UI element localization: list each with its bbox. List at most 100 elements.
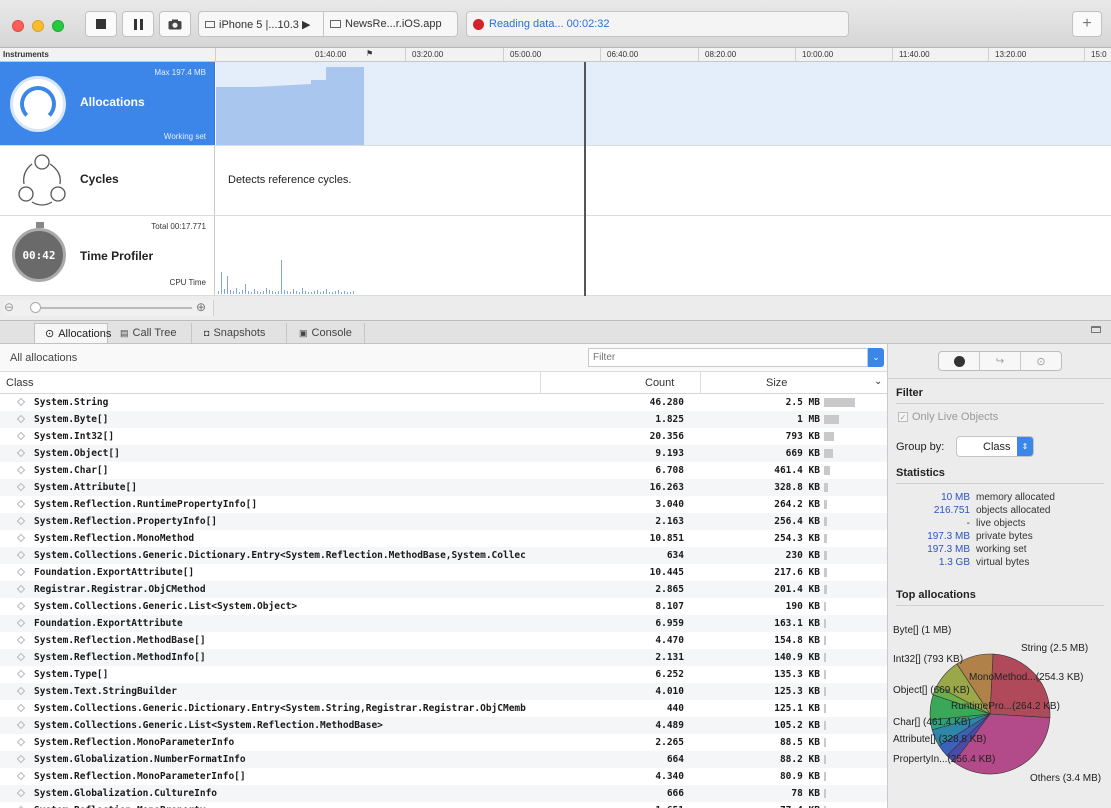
count-cell: 2.265 (655, 737, 684, 748)
disclosure-icon[interactable] (16, 669, 26, 679)
disclosure-icon[interactable] (16, 703, 26, 713)
tab-console[interactable]: ▣ Console (289, 323, 365, 343)
only-live-label: Only Live Objects (912, 411, 999, 423)
stop-button[interactable] (85, 11, 117, 37)
tab-allocations[interactable]: ⊙ Allocations (34, 323, 111, 343)
disclosure-icon[interactable] (16, 737, 26, 747)
table-row[interactable]: System.Reflection.MonoParameterInfo 2.265… (0, 734, 887, 751)
table-row[interactable]: Foundation.ExportAttribute[] 10.445 217.6 … (0, 564, 887, 581)
disclosure-icon[interactable] (16, 397, 26, 407)
disclosure-icon[interactable] (16, 635, 26, 645)
size-bar (824, 636, 826, 645)
table-row[interactable]: System.Object[] 9.193 669 KB (0, 445, 887, 462)
add-instrument-button[interactable]: + (1072, 11, 1102, 37)
count-cell: 634 (666, 550, 684, 561)
minimize-window-button[interactable] (32, 20, 44, 32)
disclosure-icon[interactable] (16, 482, 26, 492)
disclosure-icon[interactable] (16, 465, 26, 475)
table-row[interactable]: System.Collections.Generic.List<System.R… (0, 717, 887, 734)
zoom-window-button[interactable] (52, 20, 64, 32)
table-row[interactable]: System.Byte[] 1.825 1 MB (0, 411, 887, 428)
table-row[interactable]: System.Reflection.MethodInfo[] 2.131 140.9… (0, 649, 887, 666)
count-cell: 1.825 (655, 414, 684, 425)
zoom-out-icon[interactable]: ⊖ (4, 300, 14, 314)
table-row[interactable]: System.Reflection.PropertyInfo[] 2.163 256… (0, 513, 887, 530)
recording-settings-button[interactable]: ⊙ (1021, 352, 1061, 370)
zoom-knob[interactable] (30, 302, 41, 313)
disclosure-icon[interactable] (16, 788, 26, 798)
target-app-selector[interactable]: NewsRe...r.iOS.app (323, 11, 458, 37)
disclosure-icon[interactable] (16, 652, 26, 662)
disclosure-icon[interactable] (16, 720, 26, 730)
zoom-slider[interactable]: ⊖ ⊕ (4, 300, 214, 316)
filter-dropdown-button[interactable]: ⌄ (868, 348, 884, 367)
timeline-ruler[interactable]: Instruments 01:40.00 ⚑ 03:20.00 05:00.00… (0, 48, 1111, 62)
extended-detail-button[interactable]: ↪ (980, 352, 1021, 370)
table-row[interactable]: System.Reflection.MonoMethod 10.851 254.3 … (0, 530, 887, 547)
table-row[interactable]: System.Text.StringBuilder 4.010 125.3 KB (0, 683, 887, 700)
disclosure-icon[interactable] (16, 754, 26, 764)
class-column-header[interactable]: Class (6, 377, 34, 389)
tab-snapshots[interactable]: ◘ Snapshots (194, 323, 287, 343)
close-window-button[interactable] (12, 20, 24, 32)
class-cell: System.Collections.Generic.List<System.O… (34, 601, 298, 612)
disclosure-icon[interactable] (16, 516, 26, 526)
only-live-checkbox[interactable]: ✓ (898, 412, 908, 422)
disclosure-icon[interactable] (16, 550, 26, 560)
cpu-spike (296, 291, 297, 294)
disclosure-icon[interactable] (16, 533, 26, 543)
disclosure-icon[interactable] (16, 567, 26, 577)
inspector-panel: ↪ ⊙ Filter ✓ Only Live Objects Group by:… (887, 344, 1111, 808)
table-row[interactable]: Registrar.Registrar.ObjCMethod 2.865 201.4… (0, 581, 887, 598)
zoom-in-icon[interactable]: ⊕ (196, 300, 206, 314)
table-row[interactable]: Foundation.ExportAttribute 6.959 163.1 KB (0, 615, 887, 632)
allocations-track[interactable]: Max 197.4 MB Allocations Working set (0, 62, 1111, 146)
table-row[interactable]: System.Int32[] 20.356 793 KB (0, 428, 887, 445)
pause-button[interactable] (122, 11, 154, 37)
table-row[interactable]: System.String 46.280 2.5 MB (0, 394, 887, 411)
disclosure-icon[interactable] (16, 601, 26, 611)
time-profiler-track[interactable]: 00:42 Total 00:17.771 Time Profiler CPU … (0, 216, 1111, 296)
disclosure-icon[interactable] (16, 431, 26, 441)
profiler-total: Total 00:17.771 (151, 222, 206, 231)
disclosure-icon[interactable] (16, 771, 26, 781)
disclosure-icon[interactable] (16, 499, 26, 509)
allocations-table[interactable]: System.String 46.280 2.5 MB System.Byte[] 1.… (0, 394, 887, 808)
table-row[interactable]: System.Collections.Generic.Dictionary.En… (0, 547, 887, 564)
disclosure-icon[interactable] (16, 584, 26, 594)
allocations-gauge-icon (10, 76, 66, 132)
sort-chevron-icon[interactable]: ⌄ (874, 376, 882, 387)
table-row[interactable]: System.Reflection.MonoParameterInfo[] 4.3… (0, 768, 887, 785)
count-column-header[interactable]: Count (645, 377, 674, 389)
table-row[interactable]: System.Type[] 6.252 135.3 KB (0, 666, 887, 683)
table-row[interactable]: System.Reflection.MonoProperty1.65177.4 … (0, 802, 887, 808)
inspector-toggle-icon[interactable] (1091, 326, 1101, 333)
size-bar (824, 619, 826, 628)
info-mode-button[interactable] (939, 352, 980, 370)
table-row[interactable]: System.Globalization.CultureInfo 666 78 KB (0, 785, 887, 802)
allocations-instrument-label[interactable]: Max 197.4 MB Allocations Working set (0, 62, 215, 145)
table-row[interactable]: System.Char[] 6.708 461.4 KB (0, 462, 887, 479)
disclosure-icon[interactable] (16, 686, 26, 696)
size-column-header[interactable]: Size (766, 377, 787, 389)
table-row[interactable]: System.Collections.Generic.Dictionary.En… (0, 700, 887, 717)
time-profiler-instrument-label[interactable]: 00:42 Total 00:17.771 Time Profiler CPU … (0, 216, 215, 295)
filter-input[interactable] (588, 348, 868, 367)
table-row[interactable]: System.Attribute[] 16.263 328.8 KB (0, 479, 887, 496)
cycles-track[interactable]: Cycles Detects reference cycles. (0, 146, 1111, 216)
playhead-line[interactable] (584, 62, 586, 296)
cpu-spike (287, 291, 288, 294)
table-row[interactable]: System.Collections.Generic.List<System.O… (0, 598, 887, 615)
snapshot-button[interactable] (159, 11, 191, 37)
disclosure-icon[interactable] (16, 448, 26, 458)
tab-call-tree[interactable]: ▤ Call Tree (110, 323, 192, 343)
table-row[interactable]: System.Globalization.NumberFormatInfo 664… (0, 751, 887, 768)
table-row[interactable]: System.Reflection.RuntimePropertyInfo[] 3… (0, 496, 887, 513)
table-row[interactable]: System.Reflection.MethodBase[] 4.470 154.8… (0, 632, 887, 649)
allocations-graph (216, 67, 364, 145)
group-by-select[interactable]: Class ⇕ (956, 436, 1034, 457)
disclosure-icon[interactable] (16, 414, 26, 424)
device-selector[interactable]: iPhone 5 |...10.3 ▶ (198, 11, 323, 37)
cycles-instrument-label[interactable]: Cycles (0, 146, 215, 215)
disclosure-icon[interactable] (16, 618, 26, 628)
